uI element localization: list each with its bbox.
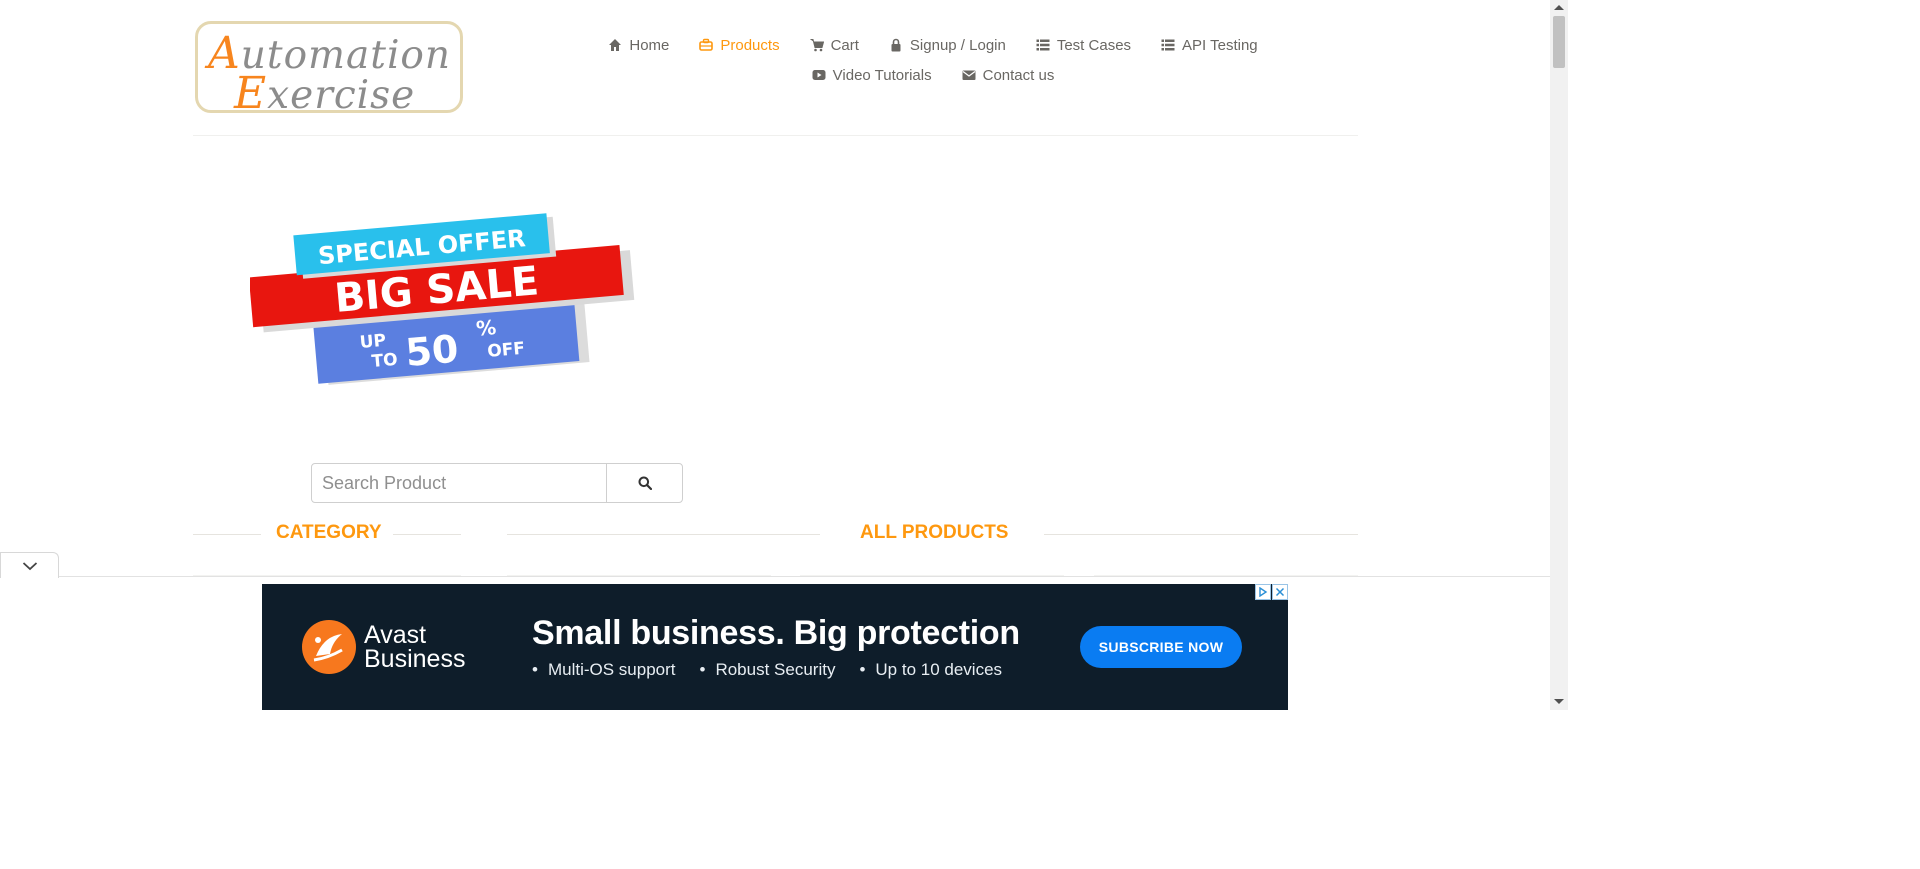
ad-brand-line-1: Avast	[364, 621, 427, 649]
youtube-play-icon	[812, 70, 826, 80]
logo-cap-e: E	[234, 68, 268, 119]
briefcase-icon	[699, 38, 714, 51]
page-scrollbar[interactable]	[1550, 0, 1568, 710]
nav-cart[interactable]: Cart	[810, 37, 859, 54]
search-input[interactable]	[311, 463, 607, 503]
nav-home-label: Home	[629, 36, 670, 54]
nav-products[interactable]: Products	[699, 36, 780, 54]
avast-business-ad[interactable]: Avast Business Small business. Big prote…	[262, 584, 1288, 710]
list-icon	[1161, 39, 1175, 51]
list-icon	[1036, 39, 1050, 51]
nav-signup-login[interactable]: Signup / Login	[889, 37, 1006, 54]
nav-contact-us-label: Contact us	[982, 66, 1055, 84]
envelope-icon	[962, 70, 976, 80]
products-rule-left	[507, 534, 820, 535]
nav-row-1: Home Products Cart Signup / Login Test C…	[609, 30, 1258, 60]
ad-brand: Avast Business	[364, 621, 466, 673]
site-header: Automation Exercise Home Products Cart S…	[193, 0, 1358, 136]
scroll-down-arrow-icon[interactable]	[1554, 699, 1564, 704]
home-icon	[609, 39, 622, 51]
category-rule-right	[393, 534, 461, 535]
ad-bullet: Robust Security	[700, 660, 835, 680]
product-search	[311, 463, 683, 503]
site-logo[interactable]: Automation Exercise	[195, 21, 463, 119]
scroll-thumb[interactable]	[1553, 16, 1565, 68]
nav-home[interactable]: Home	[608, 37, 669, 54]
products-rule-right	[1044, 534, 1358, 535]
cart-icon	[810, 39, 824, 52]
avast-logo-icon	[302, 620, 356, 674]
percent-value-text: 50	[404, 327, 461, 375]
ad-headline: Small business. Big protection	[532, 614, 1020, 652]
ad-collapse-button[interactable]	[0, 552, 59, 578]
nav-cart-label: Cart	[830, 36, 859, 54]
nav-api-testing[interactable]: API Testing	[1161, 37, 1258, 54]
nav-api-testing-label: API Testing	[1182, 36, 1258, 54]
ad-bullets: Multi-OS support Robust Security Up to 1…	[532, 660, 1002, 680]
percent-sign-text: %	[475, 315, 497, 341]
off-text: OFF	[487, 339, 526, 362]
nav-test-cases-label: Test Cases	[1056, 36, 1132, 54]
search-icon	[638, 476, 652, 490]
nav-video-tutorials[interactable]: Video Tutorials	[812, 67, 932, 84]
main-nav: Home Products Cart Signup / Login Test C…	[609, 30, 1258, 90]
nav-contact-us[interactable]: Contact us	[962, 66, 1055, 84]
logo-text-2: xercise	[267, 73, 416, 118]
logo-line-2: Exercise	[234, 68, 415, 119]
nav-signup-login-label: Signup / Login	[909, 36, 1006, 54]
subscribe-now-button[interactable]: SUBSCRIBE NOW	[1080, 626, 1242, 668]
close-icon	[1275, 587, 1285, 597]
ad-bullet: Multi-OS support	[532, 660, 676, 680]
search-button[interactable]	[606, 463, 683, 503]
nav-products-label: Products	[720, 36, 780, 54]
chevron-down-icon	[22, 561, 37, 570]
category-rule-left	[193, 534, 261, 535]
big-sale-banner: SPECIAL OFFER BIG SALE UP TO 50 % OFF	[250, 213, 635, 385]
nav-row-2: Video Tutorials Contact us	[613, 60, 1253, 90]
to-text: TO	[371, 350, 399, 372]
ad-brand-line-2: Business	[364, 645, 466, 673]
lock-icon	[891, 38, 901, 52]
ad-close-button[interactable]	[1272, 584, 1288, 600]
scroll-up-arrow-icon[interactable]	[1554, 5, 1564, 10]
adchoices-button[interactable]	[1255, 584, 1271, 600]
nav-video-tutorials-label: Video Tutorials	[832, 66, 932, 84]
adchoices-icon	[1259, 587, 1268, 597]
nav-test-cases[interactable]: Test Cases	[1036, 37, 1131, 54]
ad-bullet: Up to 10 devices	[859, 660, 1002, 680]
category-heading: CATEGORY	[276, 522, 382, 543]
up-text: UP	[359, 331, 387, 353]
all-products-heading: ALL PRODUCTS	[860, 522, 1009, 543]
